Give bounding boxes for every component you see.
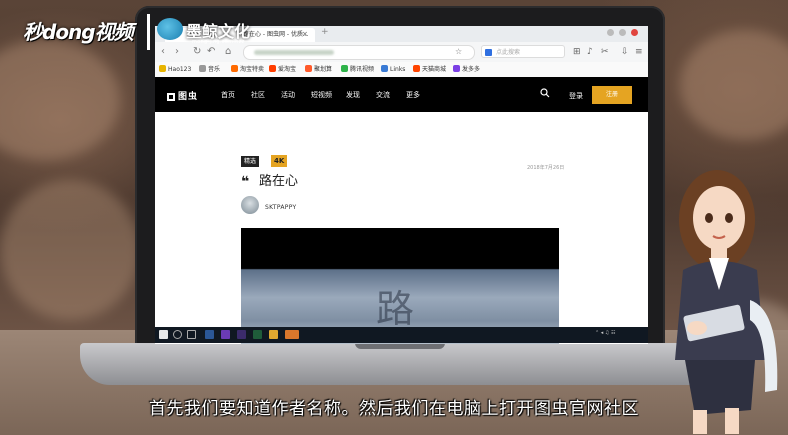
bookmark-icon: [159, 65, 166, 72]
nav-short-video[interactable]: 短视频: [311, 91, 332, 100]
nav-home[interactable]: 首页: [221, 91, 235, 100]
bookmark-icon: [413, 65, 420, 72]
nav-discover[interactable]: 发现: [346, 91, 360, 100]
bookmark-item[interactable]: Hao123: [159, 65, 191, 74]
bookmark-icon: [305, 65, 312, 72]
minimize-icon[interactable]: [607, 29, 614, 36]
refresh-icon[interactable]: ↻: [193, 46, 201, 58]
new-tab-icon[interactable]: +: [321, 27, 329, 37]
site-navbar: 图虫 首页 社区 活动 短视频 发现 交流 更多 登录 注册: [155, 77, 648, 112]
logo-divider: [147, 14, 150, 50]
search-icon[interactable]: [540, 88, 550, 98]
partner-logo-icon: [157, 18, 183, 40]
nav-community[interactable]: 社区: [251, 91, 265, 100]
bookmark-item[interactable]: 腾讯视频: [341, 65, 374, 74]
nav-more[interactable]: 更多: [406, 91, 420, 100]
url-input[interactable]: [243, 45, 475, 60]
bokeh-light: [0, 40, 120, 160]
subtitle-caption: 首先我们要知道作者名称。然后我们在电脑上打开图虫官网社区: [149, 399, 639, 419]
bookmark-icon: [231, 65, 238, 72]
bookmark-icon: [269, 65, 276, 72]
address-bar: ‹ › ↻ ↶ ⌂ ☆ 点此搜索 ⊞ ♪ ✂ ⇩ ≡: [155, 42, 648, 63]
search-input[interactable]: 点此搜索: [481, 45, 565, 58]
bookmark-item[interactable]: 聚划算: [305, 65, 332, 74]
undo-icon[interactable]: ↶: [207, 46, 215, 58]
menu-icon[interactable]: ≡: [635, 46, 643, 58]
cortana-icon[interactable]: [173, 330, 182, 339]
bookmark-icon: [341, 65, 348, 72]
post-date: 2018年7月26日: [527, 165, 565, 171]
bokeh-light: [680, 30, 788, 140]
bookmark-item[interactable]: 天猫商城: [413, 65, 446, 74]
taskbar-app-icon[interactable]: [269, 330, 278, 339]
tab-close-icon[interactable]: ×: [302, 30, 308, 38]
download-icon[interactable]: ⇩: [621, 46, 629, 58]
task-view-icon[interactable]: [187, 330, 196, 339]
scissors-icon[interactable]: ✂: [601, 46, 609, 58]
laptop-base: [80, 343, 720, 385]
login-link[interactable]: 登录: [569, 91, 583, 101]
search-placeholder: 点此搜索: [496, 49, 521, 56]
quote-icon: ❝: [241, 174, 250, 190]
bookmark-icon: [453, 65, 460, 72]
background-scene: 路在心 - 图虫网 - 优质... × + ‹ › ↻ ↶ ⌂ ☆ 点此搜索 ⊞…: [0, 0, 788, 435]
nav-events[interactable]: 活动: [281, 91, 295, 100]
back-icon[interactable]: ‹: [161, 46, 165, 58]
author-avatar[interactable]: [241, 196, 259, 214]
author-name[interactable]: SKTPAPPY: [265, 204, 296, 211]
taskbar-app-icon[interactable]: [237, 330, 246, 339]
bookmark-item[interactable]: 音乐: [199, 65, 220, 74]
4k-badge: 4K: [271, 155, 288, 167]
forward-icon[interactable]: ›: [175, 46, 179, 58]
featured-badge: 精选: [241, 156, 260, 167]
bookmark-item[interactable]: 淘宝特卖: [231, 65, 264, 74]
bookmark-item[interactable]: Links: [381, 65, 405, 74]
video-brand-logo: 秒dong视频: [23, 20, 134, 44]
taskbar-app-icon[interactable]: [221, 330, 230, 339]
home-icon[interactable]: ⌂: [225, 46, 231, 58]
laptop-screen: 路在心 - 图虫网 - 优质... × + ‹ › ↻ ↶ ⌂ ☆ 点此搜索 ⊞…: [155, 26, 648, 344]
close-window-icon[interactable]: [631, 29, 638, 36]
windows-taskbar: ⌃ ◂ ♫ ☷: [155, 327, 648, 343]
tab-title: 路在心 - 图虫网 - 优质...: [243, 31, 309, 38]
post-title: 路在心: [259, 174, 299, 189]
bookmark-item[interactable]: 爱淘宝: [269, 65, 296, 74]
taskbar-app-icon[interactable]: [253, 330, 262, 339]
post-content: 精选 4K 2018年7月26日 ❝ 路在心 SKTPAPPY 路: [155, 112, 648, 344]
taskbar-browser-icon[interactable]: [285, 330, 299, 339]
site-logo[interactable]: 图虫: [167, 89, 198, 102]
logo-icon: [167, 93, 175, 101]
system-tray[interactable]: ⌃ ◂ ♫ ☷: [595, 330, 615, 336]
nav-exchange[interactable]: 交流: [376, 91, 390, 100]
star-icon[interactable]: ☆: [455, 46, 462, 58]
register-button[interactable]: 注册: [592, 86, 632, 104]
partner-url: mong-jing.com.hzz: [192, 39, 245, 45]
speaker-icon[interactable]: ♪: [587, 46, 593, 58]
bokeh-light: [0, 180, 140, 320]
search-engine-icon: [485, 49, 492, 56]
start-icon[interactable]: [159, 330, 168, 339]
blurred-url: [254, 50, 334, 55]
bookmarks-bar: Hao123 音乐 淘宝特卖 爱淘宝 聚划算 腾讯视频 Links 天猫商城 发…: [155, 62, 648, 78]
photo-calligraphy: 路: [376, 287, 415, 331]
maximize-icon[interactable]: [619, 29, 626, 36]
bookmark-icon: [199, 65, 206, 72]
extension-icon[interactable]: ⊞: [573, 46, 581, 58]
bookmark-item[interactable]: 发多多: [453, 65, 480, 74]
taskbar-app-icon[interactable]: [205, 330, 214, 339]
bookmark-icon: [381, 65, 388, 72]
